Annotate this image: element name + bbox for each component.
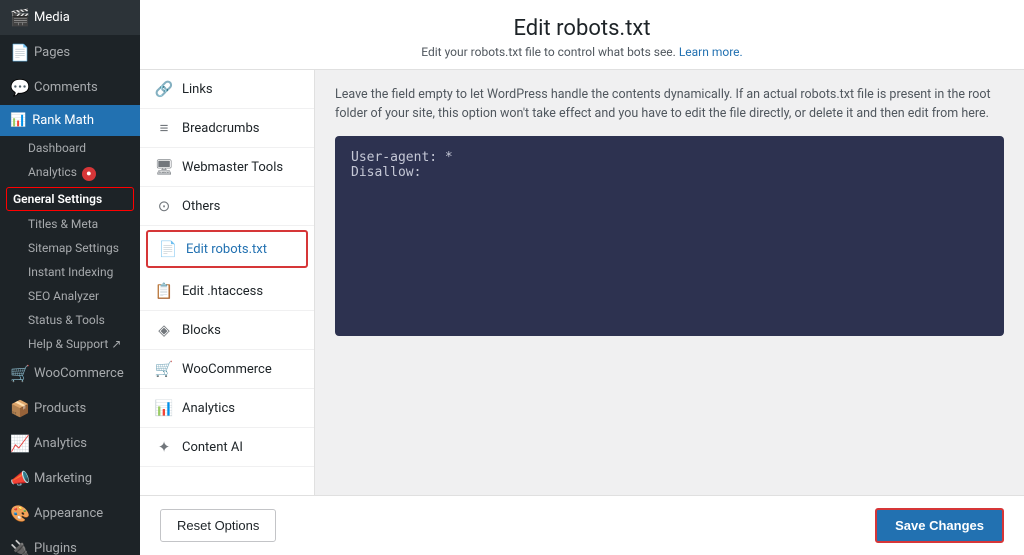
sidebar-sub-dashboard[interactable]: Dashboard: [0, 136, 140, 160]
rank-math-icon: 📊: [10, 113, 26, 128]
woocommerce-icon: 🛒: [10, 364, 28, 383]
blocks-icon: ◈: [154, 321, 174, 339]
appearance-icon: 🎨: [10, 504, 28, 523]
sidebar-sub-titles-meta[interactable]: Titles & Meta: [0, 212, 140, 236]
rm-nav-breadcrumbs[interactable]: ≡ Breadcrumbs: [140, 109, 314, 148]
main-panel: Leave the field empty to let WordPress h…: [315, 70, 1024, 495]
others-icon: ⊙: [154, 197, 174, 215]
webmaster-icon: 🖥: [154, 158, 174, 176]
htaccess-icon: 📋: [154, 282, 174, 300]
plugins-icon: 🔌: [10, 539, 28, 555]
sidebar-item-analytics[interactable]: 📈 Analytics: [0, 426, 140, 461]
sidebar-sub-seo-analyzer[interactable]: SEO Analyzer: [0, 284, 140, 308]
admin-sidebar: 🎬 Media 📄 Pages 💬 Comments 📊 Rank Math D…: [0, 0, 140, 555]
rm-nav-sidebar: 🔗 Links ≡ Breadcrumbs 🖥 Webmaster Tools …: [140, 70, 315, 495]
sidebar-item-products[interactable]: 📦 Products: [0, 391, 140, 426]
sidebar-item-plugins[interactable]: 🔌 Plugins: [0, 531, 140, 555]
reset-options-button[interactable]: Reset Options: [160, 509, 276, 542]
rm-nav-blocks[interactable]: ◈ Blocks: [140, 311, 314, 350]
rm-nav-links[interactable]: 🔗 Links: [140, 70, 314, 109]
sidebar-item-appearance[interactable]: 🎨 Appearance: [0, 496, 140, 531]
sidebar-sub-help-support[interactable]: Help & Support ↗: [0, 332, 140, 356]
main-content: Edit robots.txt Edit your robots.txt fil…: [140, 0, 1024, 555]
page-title: Edit robots.txt: [160, 16, 1004, 41]
sidebar-item-pages[interactable]: 📄 Pages: [0, 35, 140, 70]
rm-nav-webmaster[interactable]: 🖥 Webmaster Tools: [140, 148, 314, 187]
rm-nav-woocommerce[interactable]: 🛒 WooCommerce: [140, 350, 314, 389]
content-wrapper: 🔗 Links ≡ Breadcrumbs 🖥 Webmaster Tools …: [140, 70, 1024, 495]
sidebar-sub-sitemap[interactable]: Sitemap Settings: [0, 236, 140, 260]
content-ai-icon: ✦: [154, 438, 174, 456]
analytics-rm-icon: 📊: [154, 399, 174, 417]
woocommerce-rm-icon: 🛒: [154, 360, 174, 378]
rm-nav-content-ai[interactable]: ✦ Content AI: [140, 428, 314, 467]
rm-nav-edit-htaccess[interactable]: 📋 Edit .htaccess: [140, 272, 314, 311]
rm-nav-others[interactable]: ⊙ Others: [140, 187, 314, 226]
info-text: Leave the field empty to let WordPress h…: [335, 86, 1004, 124]
sidebar-sub-instant-indexing[interactable]: Instant Indexing: [0, 260, 140, 284]
sidebar-item-media[interactable]: 🎬 Media: [0, 0, 140, 35]
page-header: Edit robots.txt Edit your robots.txt fil…: [140, 0, 1024, 70]
pages-icon: 📄: [10, 43, 28, 62]
links-icon: 🔗: [154, 80, 174, 98]
sidebar-item-marketing[interactable]: 📣 Marketing: [0, 461, 140, 496]
products-icon: 📦: [10, 399, 28, 418]
page-footer: Reset Options Save Changes: [140, 495, 1024, 555]
rm-nav-edit-robots[interactable]: 📄 Edit robots.txt: [146, 230, 308, 268]
sidebar-item-comments[interactable]: 💬 Comments: [0, 70, 140, 105]
sidebar-item-rank-math[interactable]: 📊 Rank Math: [0, 105, 140, 136]
breadcrumbs-icon: ≡: [154, 119, 174, 137]
comments-icon: 💬: [10, 78, 28, 97]
sidebar-item-woocommerce[interactable]: 🛒 WooCommerce: [0, 356, 140, 391]
robots-txt-content[interactable]: User-agent: * Disallow:: [335, 136, 1004, 336]
rm-nav-analytics[interactable]: 📊 Analytics: [140, 389, 314, 428]
sidebar-sub-analytics[interactable]: Analytics ●: [0, 160, 140, 186]
edit-robots-icon: 📄: [158, 240, 178, 258]
sidebar-sub-general-settings[interactable]: General Settings: [6, 187, 134, 211]
page-subtitle: Edit your robots.txt file to control wha…: [160, 45, 1004, 59]
analytics-icon: 📈: [10, 434, 28, 453]
save-changes-button[interactable]: Save Changes: [875, 508, 1004, 543]
analytics-badge: ●: [82, 167, 96, 181]
learn-more-link[interactable]: Learn more.: [679, 45, 743, 59]
marketing-icon: 📣: [10, 469, 28, 488]
sidebar-sub-status-tools[interactable]: Status & Tools: [0, 308, 140, 332]
media-icon: 🎬: [10, 8, 28, 27]
